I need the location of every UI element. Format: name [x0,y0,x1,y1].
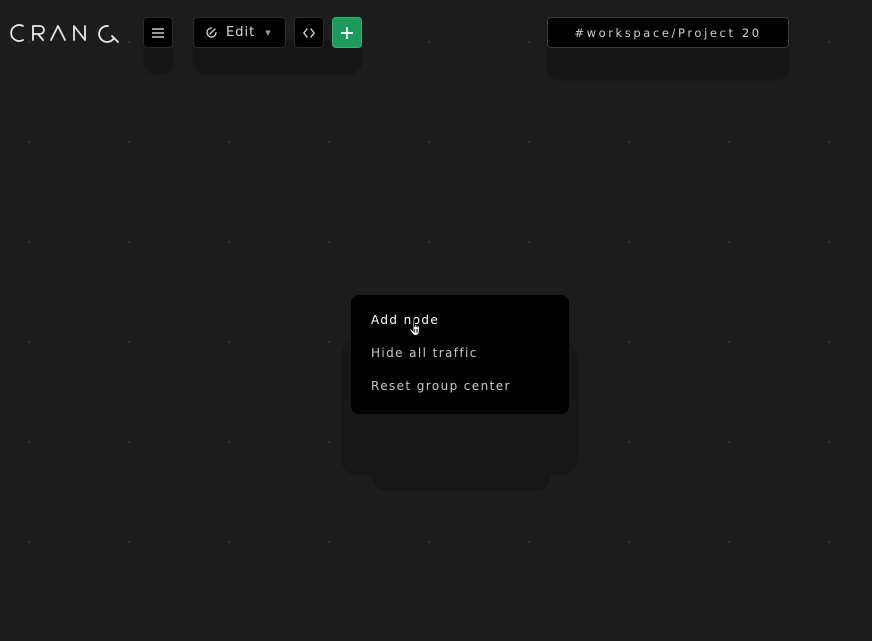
cranq-logo [8,20,124,46]
code-view-button[interactable] [294,17,324,48]
chevron-down-icon: ▼ [265,28,271,37]
main-menu-button[interactable] [143,17,173,48]
logo-wordmark [10,24,119,43]
workspace-path-button[interactable]: #workspace/Project 20 [547,17,789,48]
add-button[interactable] [332,17,362,48]
menu-item-hide-all-traffic[interactable]: Hide all traffic [351,342,569,375]
hand-pointer-icon [409,319,420,336]
canvas-context-menu: Add node Hide all traffic Reset group ce… [351,295,569,414]
plus-icon [341,26,353,39]
edit-mode-label: Edit [226,25,256,40]
edit-mode-dropdown[interactable]: Edit ▼ [193,17,286,48]
code-icon [303,27,315,38]
menu-item-reset-group-center[interactable]: Reset group center [351,375,569,408]
hamburger-menu-icon [152,27,164,38]
context-menu-shadow [372,440,550,491]
edit-mode-icon [206,27,217,38]
menu-item-add-node[interactable]: Add node [351,309,569,342]
